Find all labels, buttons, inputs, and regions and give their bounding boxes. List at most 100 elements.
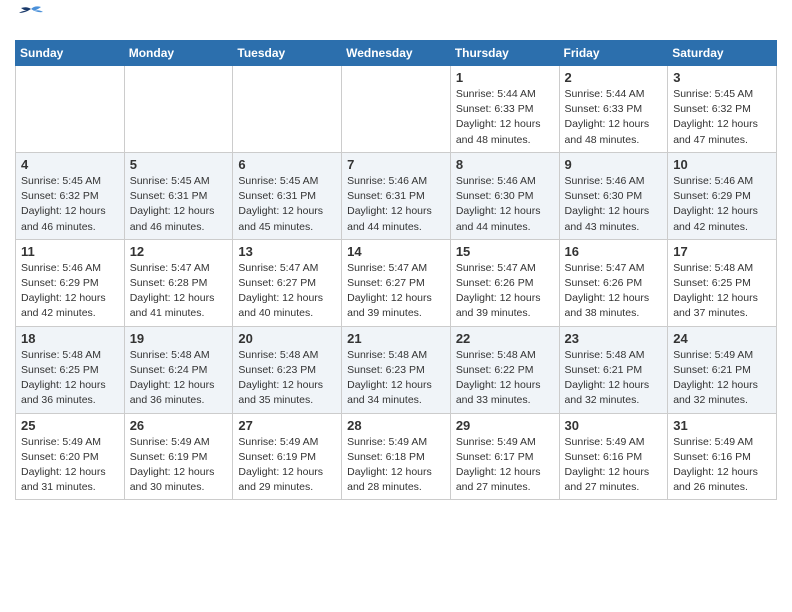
day-info: Sunrise: 5:46 AM Sunset: 6:29 PM Dayligh… (673, 174, 771, 235)
day-number: 12 (130, 244, 228, 259)
calendar-day-cell (342, 66, 451, 153)
day-info: Sunrise: 5:47 AM Sunset: 6:28 PM Dayligh… (130, 261, 228, 322)
calendar-day-cell: 23Sunrise: 5:48 AM Sunset: 6:21 PM Dayli… (559, 326, 668, 413)
day-info: Sunrise: 5:49 AM Sunset: 6:18 PM Dayligh… (347, 435, 445, 496)
day-number: 17 (673, 244, 771, 259)
day-number: 6 (238, 157, 336, 172)
calendar-day-cell: 12 Sunrise: 5:47 AM Sunset: 6:28 PM Dayli… (124, 239, 233, 326)
logo (15, 10, 45, 32)
calendar-week-row: 25 Sunrise: 5:49 AM Sunset: 6:20 PM Dayli… (16, 413, 777, 500)
day-info: Sunrise: 5:49 AM Sunset: 6:17 PM Dayligh… (456, 435, 554, 496)
calendar-day-cell: 11 Sunrise: 5:46 AM Sunset: 6:29 PM Dayli… (16, 239, 125, 326)
day-number: 4 (21, 157, 119, 172)
day-number: 28 (347, 418, 445, 433)
calendar-day-cell: 29 Sunrise: 5:49 AM Sunset: 6:17 PM Dayli… (450, 413, 559, 500)
day-number: 29 (456, 418, 554, 433)
day-number: 14 (347, 244, 445, 259)
day-info: Sunrise: 5:47 AM Sunset: 6:26 PM Dayligh… (565, 261, 663, 322)
day-info: Sunrise: 5:45 AM Sunset: 6:32 PM Dayligh… (673, 87, 771, 148)
day-number: 1 (456, 70, 554, 85)
day-number: 3 (673, 70, 771, 85)
calendar-day-cell: 21 Sunrise: 5:48 AM Sunset: 6:23 PM Dayli… (342, 326, 451, 413)
day-number: 25 (21, 418, 119, 433)
day-info: Sunrise: 5:49 AM Sunset: 6:20 PM Dayligh… (21, 435, 119, 496)
calendar-day-cell: 25 Sunrise: 5:49 AM Sunset: 6:20 PM Dayli… (16, 413, 125, 500)
header-friday: Friday (559, 41, 668, 66)
header-thursday: Thursday (450, 41, 559, 66)
calendar-day-cell: 30 Sunrise: 5:49 AM Sunset: 6:16 PM Dayli… (559, 413, 668, 500)
calendar-day-cell: 3 Sunrise: 5:45 AM Sunset: 6:32 PM Daylig… (668, 66, 777, 153)
calendar-day-cell: 4 Sunrise: 5:45 AM Sunset: 6:32 PM Daylig… (16, 152, 125, 239)
header-saturday: Saturday (668, 41, 777, 66)
day-info: Sunrise: 5:46 AM Sunset: 6:30 PM Dayligh… (565, 174, 663, 235)
day-info: Sunrise: 5:49 AM Sunset: 6:16 PM Dayligh… (565, 435, 663, 496)
calendar-day-cell: 19 Sunrise: 5:48 AM Sunset: 6:24 PM Dayli… (124, 326, 233, 413)
day-info: Sunrise: 5:46 AM Sunset: 6:29 PM Dayligh… (21, 261, 119, 322)
day-info: Sunrise: 5:46 AM Sunset: 6:31 PM Dayligh… (347, 174, 445, 235)
header-monday: Monday (124, 41, 233, 66)
day-number: 13 (238, 244, 336, 259)
day-info: Sunrise: 5:48 AM Sunset: 6:22 PM Dayligh… (456, 348, 554, 409)
day-info: Sunrise: 5:49 AM Sunset: 6:16 PM Dayligh… (673, 435, 771, 496)
page-header (15, 10, 777, 32)
day-number: 10 (673, 157, 771, 172)
calendar-day-cell: 5 Sunrise: 5:45 AM Sunset: 6:31 PM Daylig… (124, 152, 233, 239)
calendar-day-cell: 17 Sunrise: 5:48 AM Sunset: 6:25 PM Dayli… (668, 239, 777, 326)
calendar-week-row: 18Sunrise: 5:48 AM Sunset: 6:25 PM Dayli… (16, 326, 777, 413)
day-info: Sunrise: 5:48 AM Sunset: 6:25 PM Dayligh… (673, 261, 771, 322)
calendar-day-cell: 13 Sunrise: 5:47 AM Sunset: 6:27 PM Dayli… (233, 239, 342, 326)
calendar-day-cell: 8Sunrise: 5:46 AM Sunset: 6:30 PM Daylig… (450, 152, 559, 239)
logo-bird-icon (17, 5, 45, 27)
calendar-day-cell (233, 66, 342, 153)
header-sunday: Sunday (16, 41, 125, 66)
calendar-header-row: SundayMondayTuesdayWednesdayThursdayFrid… (16, 41, 777, 66)
day-number: 2 (565, 70, 663, 85)
day-number: 7 (347, 157, 445, 172)
calendar-day-cell (124, 66, 233, 153)
calendar-day-cell: 31 Sunrise: 5:49 AM Sunset: 6:16 PM Dayli… (668, 413, 777, 500)
day-number: 11 (21, 244, 119, 259)
day-info: Sunrise: 5:45 AM Sunset: 6:32 PM Dayligh… (21, 174, 119, 235)
calendar-day-cell: 15 Sunrise: 5:47 AM Sunset: 6:26 PM Dayli… (450, 239, 559, 326)
day-info: Sunrise: 5:48 AM Sunset: 6:23 PM Dayligh… (347, 348, 445, 409)
day-number: 5 (130, 157, 228, 172)
calendar-day-cell: 16 Sunrise: 5:47 AM Sunset: 6:26 PM Dayli… (559, 239, 668, 326)
day-info: Sunrise: 5:45 AM Sunset: 6:31 PM Dayligh… (238, 174, 336, 235)
day-number: 9 (565, 157, 663, 172)
calendar-week-row: 4 Sunrise: 5:45 AM Sunset: 6:32 PM Daylig… (16, 152, 777, 239)
day-info: Sunrise: 5:45 AM Sunset: 6:31 PM Dayligh… (130, 174, 228, 235)
day-info: Sunrise: 5:44 AM Sunset: 6:33 PM Dayligh… (456, 87, 554, 148)
day-number: 16 (565, 244, 663, 259)
day-info: Sunrise: 5:49 AM Sunset: 6:21 PM Dayligh… (673, 348, 771, 409)
day-number: 21 (347, 331, 445, 346)
day-info: Sunrise: 5:47 AM Sunset: 6:27 PM Dayligh… (238, 261, 336, 322)
day-number: 23 (565, 331, 663, 346)
calendar-week-row: 1 Sunrise: 5:44 AM Sunset: 6:33 PM Daylig… (16, 66, 777, 153)
day-number: 31 (673, 418, 771, 433)
day-info: Sunrise: 5:49 AM Sunset: 6:19 PM Dayligh… (238, 435, 336, 496)
day-info: Sunrise: 5:48 AM Sunset: 6:24 PM Dayligh… (130, 348, 228, 409)
day-number: 15 (456, 244, 554, 259)
day-number: 22 (456, 331, 554, 346)
calendar-day-cell: 28 Sunrise: 5:49 AM Sunset: 6:18 PM Dayli… (342, 413, 451, 500)
calendar-day-cell: 24 Sunrise: 5:49 AM Sunset: 6:21 PM Dayli… (668, 326, 777, 413)
day-number: 19 (130, 331, 228, 346)
day-info: Sunrise: 5:47 AM Sunset: 6:26 PM Dayligh… (456, 261, 554, 322)
calendar-day-cell: 9 Sunrise: 5:46 AM Sunset: 6:30 PM Daylig… (559, 152, 668, 239)
day-info: Sunrise: 5:48 AM Sunset: 6:25 PM Dayligh… (21, 348, 119, 409)
header-wednesday: Wednesday (342, 41, 451, 66)
calendar-week-row: 11 Sunrise: 5:46 AM Sunset: 6:29 PM Dayli… (16, 239, 777, 326)
day-number: 20 (238, 331, 336, 346)
day-info: Sunrise: 5:44 AM Sunset: 6:33 PM Dayligh… (565, 87, 663, 148)
day-info: Sunrise: 5:48 AM Sunset: 6:23 PM Dayligh… (238, 348, 336, 409)
day-number: 24 (673, 331, 771, 346)
day-number: 8 (456, 157, 554, 172)
calendar-day-cell: 7 Sunrise: 5:46 AM Sunset: 6:31 PM Daylig… (342, 152, 451, 239)
day-number: 27 (238, 418, 336, 433)
calendar-day-cell: 14Sunrise: 5:47 AM Sunset: 6:27 PM Dayli… (342, 239, 451, 326)
header-tuesday: Tuesday (233, 41, 342, 66)
calendar-day-cell: 20 Sunrise: 5:48 AM Sunset: 6:23 PM Dayli… (233, 326, 342, 413)
day-number: 30 (565, 418, 663, 433)
calendar-day-cell: 2 Sunrise: 5:44 AM Sunset: 6:33 PM Daylig… (559, 66, 668, 153)
day-info: Sunrise: 5:49 AM Sunset: 6:19 PM Dayligh… (130, 435, 228, 496)
